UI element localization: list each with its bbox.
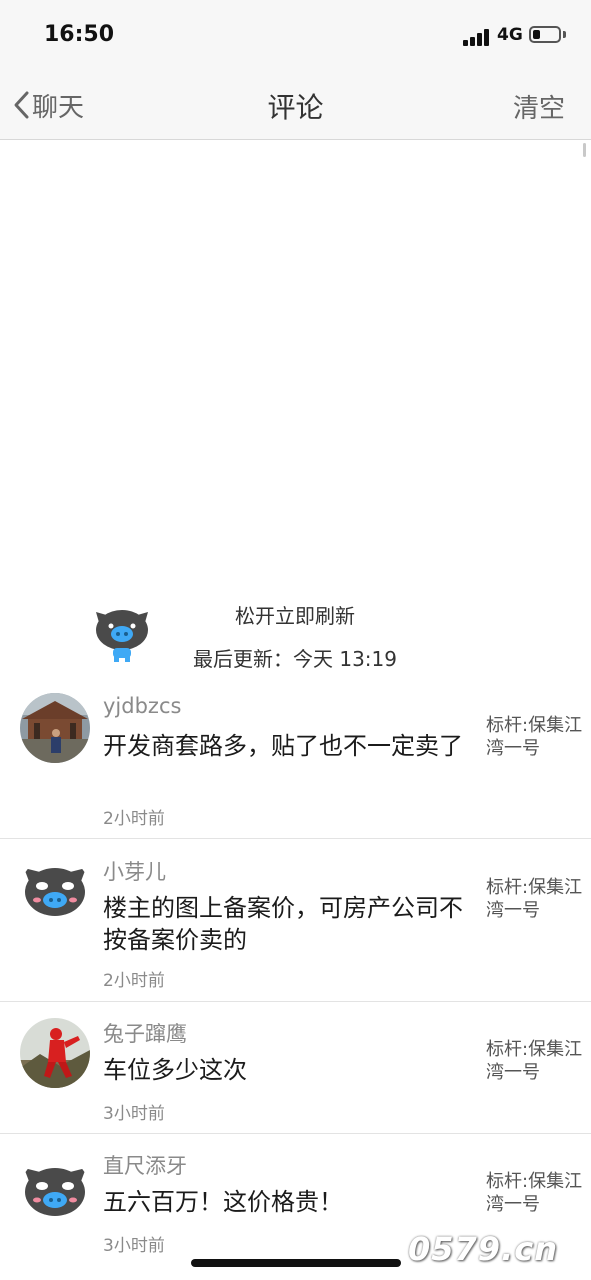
comment-time: 2小时前: [103, 971, 165, 991]
comment-item[interactable]: 小芽儿 楼主的图上备案价，可房产公司不按备案价卖的 2小时前 标杆:保集江湾一号: [0, 852, 591, 1000]
scroll-indicator[interactable]: [583, 143, 586, 157]
battery-icon: [529, 26, 561, 43]
user-avatar[interactable]: [20, 856, 90, 926]
comment-username[interactable]: 兔子蹿鹰: [103, 1018, 187, 1048]
user-photo: [20, 693, 90, 763]
comment-item[interactable]: 兔子蹿鹰 车位多少这次 3小时前 标杆:保集江湾一号: [0, 1016, 591, 1132]
pig-mascot-icon: [96, 610, 148, 662]
page-title: 评论: [267, 91, 324, 124]
clear-button[interactable]: 清空: [513, 88, 565, 125]
comment-text: 五六百万！这价格贵！: [103, 1188, 343, 1216]
refresh-last-update: 最后更新：今天 13:19: [193, 647, 397, 671]
thread-link[interactable]: 标杆:保集江湾一号: [486, 1038, 586, 1084]
comment-text: 开发商套路多，贴了也不一定卖了: [103, 732, 463, 760]
thread-link[interactable]: 标杆:保集江湾一号: [486, 876, 586, 922]
comment-username[interactable]: 小芽儿: [103, 856, 166, 886]
home-indicator[interactable]: [191, 1259, 401, 1267]
pig-avatar-icon: [24, 1168, 86, 1216]
battery-tip: [563, 31, 566, 38]
comment-username[interactable]: yjdbzcs: [103, 694, 181, 718]
status-bar: 16:50 4G: [0, 0, 591, 70]
thread-link[interactable]: 标杆:保集江湾一号: [486, 714, 586, 760]
thread-link[interactable]: 标杆:保集江湾一号: [486, 1170, 586, 1216]
pig-avatar-icon: [24, 868, 86, 916]
comment-username[interactable]: 直尺添牙: [103, 1150, 187, 1180]
nav-bar: 聊天 评论 清空: [0, 70, 591, 140]
user-avatar[interactable]: [20, 1018, 90, 1088]
status-time: 16:50: [44, 22, 115, 47]
refresh-release-text: 松开立即刷新: [235, 604, 355, 628]
comment-time: 2小时前: [103, 809, 165, 829]
user-photo: [20, 1018, 90, 1088]
comment-text: 车位多少这次: [103, 1056, 247, 1084]
watermark-text: 0579.cn: [408, 1230, 558, 1268]
divider: [0, 1133, 591, 1134]
comment-time: 3小时前: [103, 1104, 165, 1124]
comment-item[interactable]: yjdbzcs 开发商套路多，贴了也不一定卖了 2小时前 标杆:保集江湾一号: [0, 690, 591, 838]
network-type: 4G: [497, 25, 523, 45]
comment-text: 楼主的图上备案价，可房产公司不按备案价卖的: [103, 894, 463, 954]
divider: [0, 1001, 591, 1002]
user-avatar[interactable]: [20, 693, 90, 763]
cellular-signal-icon: [463, 28, 491, 46]
user-avatar[interactable]: [20, 1156, 90, 1226]
divider: [0, 838, 591, 839]
site-watermark: 0579.cn: [404, 1218, 586, 1270]
comment-time: 3小时前: [103, 1236, 165, 1256]
